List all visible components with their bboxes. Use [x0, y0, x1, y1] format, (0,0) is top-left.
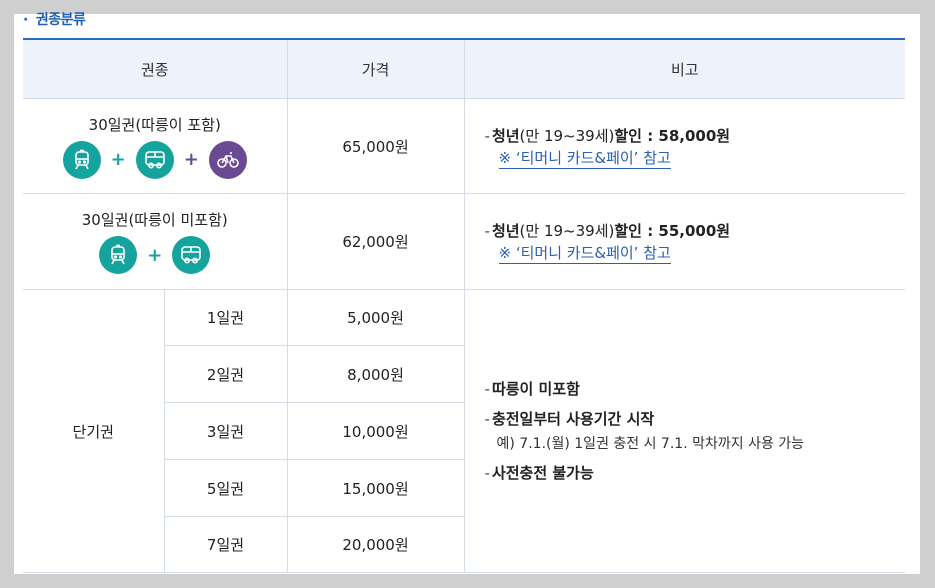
day-pass-label: 3일권 — [164, 402, 288, 460]
header-note: 비고 — [464, 39, 906, 99]
ticket-name: 30일권(따릉이 미포함) — [81, 211, 228, 229]
bicycle-icon — [208, 140, 247, 179]
table-row: 단기권 1일권 5,000원 - 따릉이 미포함 - 충전일부터 사용기간 시작 예… — [23, 289, 906, 573]
plus-icon: + — [110, 149, 126, 170]
bus-icon — [172, 236, 211, 274]
subway-icon — [62, 140, 101, 179]
fare-panel: · 권종분류 권종 가격 비고 30일권(따릉이 포함) + + 65,000원… — [14, 12, 920, 574]
discount-age: (만 19~39세) — [519, 222, 615, 240]
table-row: 30일권(따릉이 포함) + + 65,000원 - 청년(만 19~39세)할… — [23, 98, 906, 194]
dash-icon: - — [484, 410, 490, 428]
discount-age: (만 19~39세) — [519, 126, 615, 145]
note-item: - 따릉이 미포함 — [485, 377, 905, 401]
ticket-cell: 30일권(따릉이 미포함) + — [23, 193, 288, 290]
price-cell: 20,000원 — [287, 516, 465, 573]
discount-line: - 청년(만 19~39세)할인 : 55,000원 — [485, 219, 905, 243]
note-cell: - 청년(만 19~39세)할인 : 55,000원 ※ ‘티머니 카드&페이’ … — [464, 193, 906, 290]
short-term-label: 단기권 — [23, 289, 165, 573]
section-title-text: 권종분류 — [35, 12, 86, 28]
plus-icon: + — [147, 244, 163, 266]
mode-icons: + — [24, 236, 286, 274]
day-pass-label: 7일권 — [164, 516, 288, 573]
day-pass-label: 2일권 — [164, 345, 288, 403]
price-cell: 62,000원 — [287, 193, 465, 290]
fare-table: 권종 가격 비고 30일권(따릉이 포함) + + 65,000원 - 청년(만… — [23, 38, 906, 573]
mode-icons: + + — [24, 140, 286, 179]
note-item: - 사전충전 불가능 — [485, 461, 905, 485]
header-price: 가격 — [287, 39, 465, 99]
note-item: - 충전일부터 사용기간 시작 — [485, 407, 905, 431]
discount-line: - 청년(만 19~39세)할인 : 58,000원 — [485, 124, 905, 148]
note-example: 예) 7.1.(월) 1일권 충전 시 7.1. 막차까지 사용 가능 — [496, 436, 805, 452]
dash-icon: - — [484, 380, 490, 398]
discount-prefix: 청년 — [491, 126, 520, 145]
table-row: 30일권(따릉이 미포함) + 62,000원 - 청년(만 19~39세)할인… — [23, 193, 906, 290]
discount-suffix: 할인 : 55,000원 — [614, 222, 731, 240]
discount-suffix: 할인 : 58,000원 — [614, 126, 731, 145]
note-cell: - 청년(만 19~39세)할인 : 58,000원 ※ ‘티머니 카드&페이’ … — [464, 98, 906, 194]
ticket-name: 30일권(따릉이 포함) — [88, 115, 221, 134]
note-text: 충전일부터 사용기간 시작 — [491, 410, 655, 428]
dash-icon: - — [484, 222, 490, 240]
price-cell: 8,000원 — [287, 345, 465, 403]
tmoney-link[interactable]: ※ ‘티머니 카드&페이’ 참고 — [498, 243, 671, 264]
price-cell: 10,000원 — [287, 402, 465, 460]
short-term-notes: - 따릉이 미포함 - 충전일부터 사용기간 시작 예) 7.1.(월) 1일권 충… — [464, 289, 906, 573]
price-cell: 65,000원 — [287, 98, 465, 194]
day-pass-label: 5일권 — [164, 459, 288, 517]
discount-prefix: 청년 — [491, 222, 520, 240]
day-pass-label: 1일권 — [164, 289, 288, 346]
note-text: 사전충전 불가능 — [491, 464, 594, 482]
plus-icon: + — [183, 149, 199, 170]
price-cell: 5,000원 — [287, 289, 465, 346]
bullet-icon: · — [23, 12, 28, 28]
dash-icon: - — [484, 464, 490, 482]
tmoney-link[interactable]: ※ ‘티머니 카드&페이’ 참고 — [498, 148, 671, 169]
ticket-cell: 30일권(따릉이 포함) + + — [23, 98, 288, 194]
section-title: · 권종분류 — [23, 9, 86, 29]
header-ticket-type: 권종 — [23, 39, 288, 99]
subway-icon — [99, 236, 138, 274]
dash-icon: - — [484, 126, 490, 145]
table-header-row: 권종 가격 비고 — [23, 39, 906, 99]
price-cell: 15,000원 — [287, 459, 465, 517]
bus-icon — [135, 140, 174, 179]
note-text: 따릉이 미포함 — [491, 380, 580, 398]
